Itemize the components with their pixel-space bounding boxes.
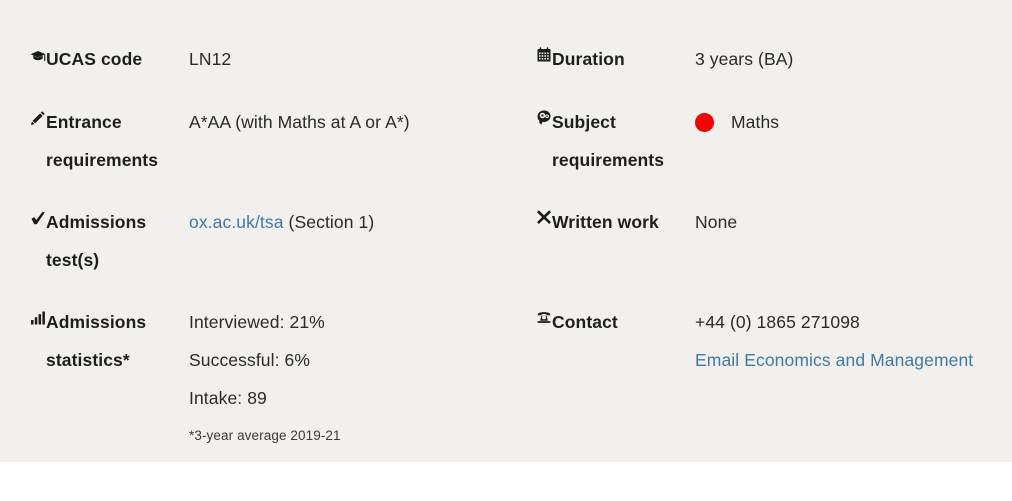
row-written-work: Written work None (506, 203, 737, 241)
row-admissions-tests: Admissions test(s) ox.ac.uk/tsa (Section… (0, 203, 374, 279)
tsa-link[interactable]: ox.ac.uk/tsa (189, 212, 284, 232)
stat-successful: Successful: 6% (189, 350, 311, 370)
contact-phone: +44 (0) 1865 271098 (695, 312, 860, 332)
row-value: LN12 (189, 49, 232, 69)
row-entrance-requirements: Entrance requirements A*AA (with Maths a… (0, 103, 410, 179)
row-duration: Duration 3 years (BA) (506, 40, 793, 78)
row-value: +44 (0) 1865 271098 Email Economics and … (695, 303, 973, 379)
head-gears-icon (506, 103, 552, 131)
row-label: UCAS code (46, 49, 143, 69)
row-label: Entrance requirements (46, 112, 159, 170)
checkmark-icon (0, 203, 46, 232)
calendar-icon (506, 40, 552, 68)
cross-x-icon (506, 203, 552, 230)
row-label: Admissions test(s) (46, 212, 147, 270)
graduation-cap-icon (0, 40, 46, 71)
stat-intake: Intake: 89 (189, 388, 267, 408)
row-label: Written work (552, 212, 659, 232)
row-label: Contact (552, 312, 618, 332)
row-label: Subject requirements (552, 112, 665, 170)
row-admissions-statistics: Admissions statistics* Interviewed: 21% … (0, 303, 341, 451)
statistics-footnote: *3-year average 2019-21 (189, 428, 341, 443)
subject-requirement-dot (695, 112, 714, 132)
email-department-link[interactable]: Email Economics and Management (695, 350, 973, 370)
row-value: None (695, 212, 738, 232)
row-subject-requirements: Subject requirements Maths (506, 103, 779, 179)
tsa-section-suffix: (Section 1) (283, 212, 375, 232)
stat-interviewed: Interviewed: 21% (189, 312, 325, 332)
pencil-icon (0, 103, 46, 132)
row-value: 3 years (BA) (695, 49, 794, 69)
row-value: Interviewed: 21% Successful: 6% Intake: … (189, 303, 341, 451)
bar-chart-icon (0, 303, 46, 332)
subject-requirement-label: Maths (731, 112, 780, 132)
row-label: Admissions statistics* (46, 312, 147, 370)
row-label: Duration (552, 49, 625, 69)
row-value: Maths (695, 103, 779, 141)
row-value: ox.ac.uk/tsa (Section 1) (189, 203, 374, 241)
telephone-icon (506, 303, 552, 331)
row-value: A*AA (with Maths at A or A*) (189, 112, 410, 132)
row-contact: Contact +44 (0) 1865 271098 Email Econom… (506, 303, 973, 379)
course-facts-panel: UCAS code LN12 Entrance requirements A*A… (0, 0, 1012, 462)
row-ucas-code: UCAS code LN12 (0, 40, 231, 78)
